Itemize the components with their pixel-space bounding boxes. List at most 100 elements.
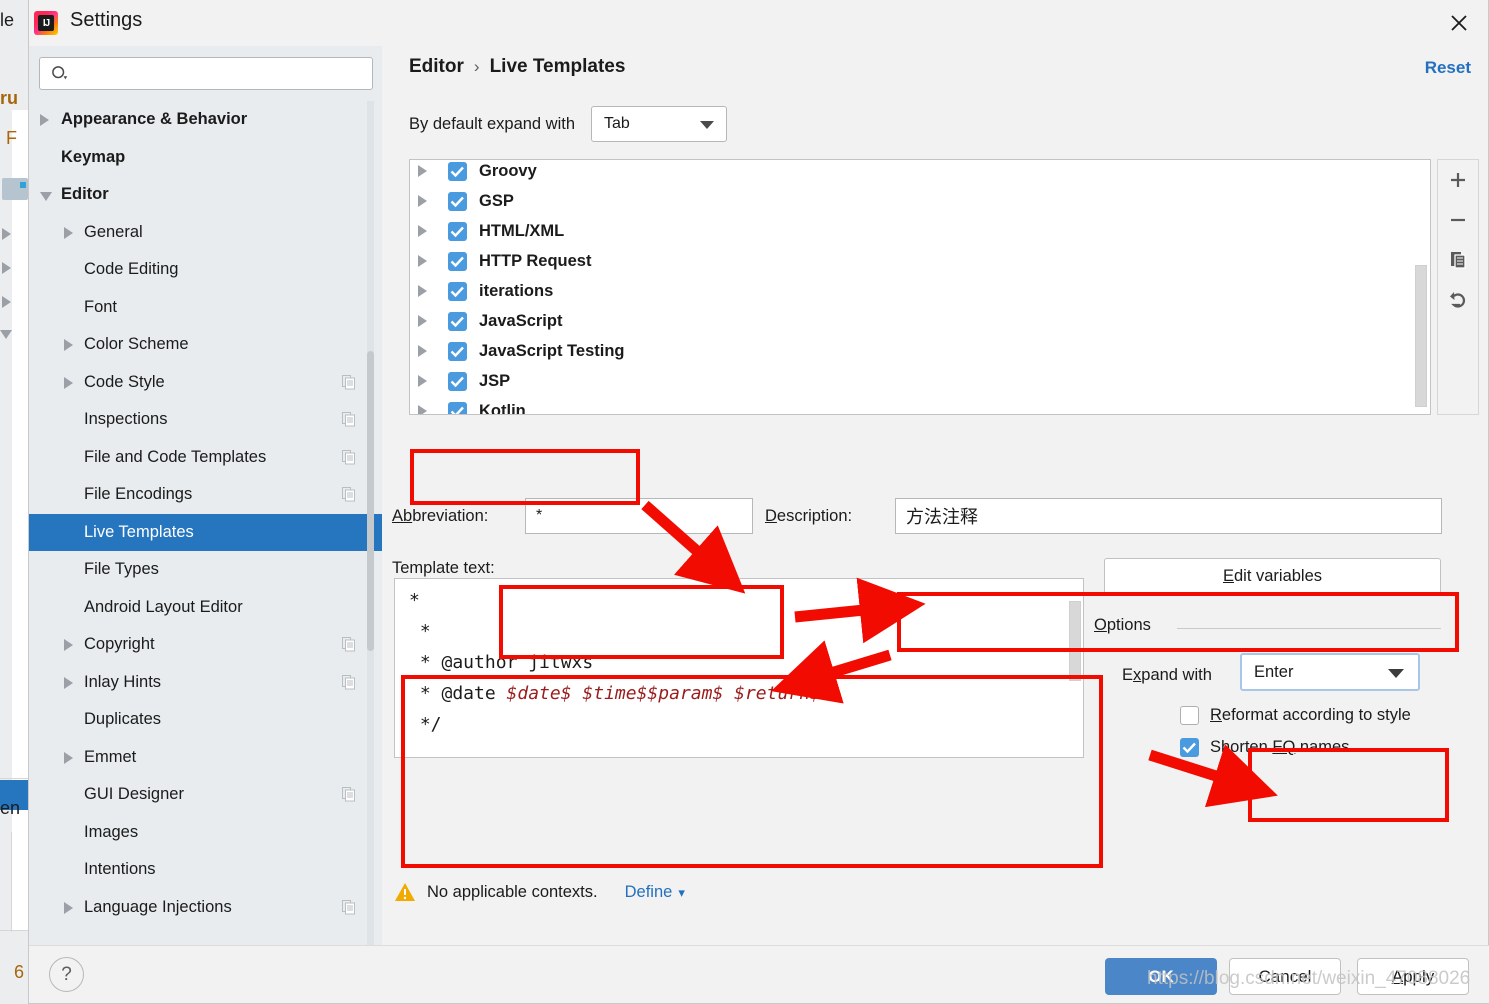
template-text-line: * @date $date$ $time$$param$ $return$ (395, 678, 1083, 709)
sidebar-item-copyright[interactable]: Copyright (29, 626, 382, 664)
template-checkbox[interactable] (448, 191, 467, 211)
template-row[interactable]: Kotlin (410, 396, 1416, 414)
template-checkbox[interactable] (448, 341, 467, 361)
template-checkbox[interactable] (448, 251, 467, 271)
template-list-scrollbar-thumb[interactable] (1415, 265, 1427, 407)
sidebar-item-file-encodings[interactable]: File Encodings (29, 476, 382, 514)
reformat-checkbox[interactable] (1180, 706, 1199, 725)
sidebar-item-font[interactable]: Font (29, 289, 382, 327)
chevron-right-icon[interactable] (418, 345, 427, 357)
cancel-button[interactable]: Cancel (1229, 958, 1341, 995)
chevron-right-icon[interactable] (64, 376, 73, 389)
sidebar-item-file-types[interactable]: File Types (29, 551, 382, 589)
template-text-literal: */ (409, 714, 442, 735)
default-expand-value: Tab (604, 115, 630, 132)
sidebar-item-file-and-code-templates[interactable]: File and Code Templates (29, 439, 382, 477)
sidebar-item-language-injections[interactable]: Language Injections (29, 889, 382, 927)
remove-template-button[interactable] (1438, 200, 1478, 240)
template-row[interactable]: HTML/XML (410, 216, 1416, 246)
template-text-editor[interactable]: * * * @author jitwxs * @date $date$ $tim… (394, 578, 1084, 758)
search-box[interactable] (39, 57, 373, 90)
sidebar-item-general[interactable]: General (29, 214, 382, 252)
template-row[interactable]: HTTP Request (410, 246, 1416, 276)
shorten-fq-checkbox[interactable] (1180, 738, 1199, 757)
template-checkbox[interactable] (448, 161, 467, 181)
expand-with-value: Enter (1254, 662, 1294, 681)
close-icon[interactable] (1440, 4, 1478, 42)
chevron-right-icon[interactable] (418, 255, 427, 267)
chevron-right-icon[interactable] (418, 225, 427, 237)
template-text-scrollbar-thumb[interactable] (1069, 601, 1081, 681)
define-context-link[interactable]: Define ▾ (625, 883, 685, 902)
abbreviation-input[interactable] (525, 498, 753, 534)
define-context-label: Define (624, 882, 673, 901)
sidebar-item-inlay-hints[interactable]: Inlay Hints (29, 664, 382, 702)
sidebar-item-editor[interactable]: Editor (29, 176, 382, 214)
sidebar-item-code-editing[interactable]: Code Editing (29, 251, 382, 289)
description-label: Description: (765, 507, 853, 525)
ok-button[interactable]: OK (1105, 958, 1217, 995)
chevron-right-icon[interactable] (64, 901, 73, 914)
template-checkbox[interactable] (448, 401, 467, 414)
shorten-fq-checkbox-row[interactable]: Shorten FQ names (1180, 738, 1349, 757)
chevron-right-icon[interactable] (64, 751, 73, 764)
template-checkbox[interactable] (448, 221, 467, 241)
sidebar-item-gui-designer[interactable]: GUI Designer (29, 776, 382, 814)
reformat-checkbox-row[interactable]: Reformat according to style (1180, 706, 1411, 725)
sidebar-item-inspections[interactable]: Inspections (29, 401, 382, 439)
template-row[interactable]: JavaScript Testing (410, 336, 1416, 366)
template-row[interactable]: GSP (410, 186, 1416, 216)
template-checkbox[interactable] (448, 371, 467, 391)
chevron-right-icon[interactable] (418, 315, 427, 327)
chevron-right-icon[interactable] (64, 226, 73, 239)
add-template-button[interactable] (1438, 160, 1478, 200)
chevron-right-icon[interactable] (418, 405, 427, 414)
template-list-toolbar (1437, 159, 1479, 415)
template-checkbox[interactable] (448, 311, 467, 331)
sidebar-item-appearance-behavior[interactable]: Appearance & Behavior (29, 101, 382, 139)
apply-button[interactable]: Apply (1357, 958, 1469, 995)
project-scope-badge-icon (342, 449, 356, 465)
template-row[interactable]: Groovy (410, 160, 1416, 186)
project-scope-badge-icon (342, 787, 356, 802)
chevron-right-icon[interactable] (418, 165, 427, 177)
search-input[interactable] (76, 58, 366, 89)
chevron-right-icon[interactable] (418, 375, 427, 387)
sidebar-item-color-scheme[interactable]: Color Scheme (29, 326, 382, 364)
edit-variables-button[interactable]: Edit variables (1104, 558, 1441, 594)
sidebar-item-duplicates[interactable]: Duplicates (29, 701, 382, 739)
expand-with-select[interactable]: Enter (1240, 653, 1420, 691)
live-template-group-list[interactable]: Groovy GSP HTML/XML HTTP Request iterations J… (409, 159, 1431, 415)
description-input[interactable] (895, 498, 1442, 534)
template-text-variable: $date$ $time$$param$ $return$ (506, 683, 821, 704)
sidebar-item-android-layout-editor[interactable]: Android Layout Editor (29, 589, 382, 627)
breadcrumb-root[interactable]: Editor (409, 56, 464, 78)
template-row[interactable]: JavaScript (410, 306, 1416, 336)
help-icon[interactable]: ? (49, 957, 84, 992)
chevron-right-icon[interactable] (418, 285, 427, 297)
sidebar-item-live-templates[interactable]: Live Templates (29, 513, 382, 551)
template-text-literal: * (409, 621, 431, 642)
duplicate-template-button[interactable] (1438, 240, 1478, 280)
chevron-right-icon[interactable] (64, 676, 73, 689)
sidebar-item-images[interactable]: Images (29, 814, 382, 852)
template-list-scrollbar-track[interactable] (1415, 161, 1429, 414)
sidebar-item-code-style[interactable]: Code Style (29, 364, 382, 402)
sidebar-item-emmet[interactable]: Emmet (29, 739, 382, 777)
template-checkbox[interactable] (448, 281, 467, 301)
chevron-down-icon[interactable] (40, 192, 52, 201)
restore-defaults-button[interactable] (1438, 280, 1478, 320)
default-expand-select[interactable]: Tab (591, 106, 728, 142)
template-row[interactable]: JSP (410, 366, 1416, 396)
reset-link[interactable]: Reset (1425, 58, 1471, 78)
sidebar-scrollbar-thumb[interactable] (367, 351, 374, 651)
sidebar-item-keymap[interactable]: Keymap (29, 139, 382, 177)
sidebar-item-intentions[interactable]: Intentions (29, 851, 382, 889)
chevron-right-icon[interactable] (64, 639, 73, 651)
chevron-right-icon[interactable] (40, 114, 49, 126)
chevron-right-icon[interactable] (418, 195, 427, 207)
chevron-right-icon[interactable] (64, 339, 73, 351)
edit-variables-label: dit variables (1233, 566, 1323, 585)
template-row[interactable]: iterations (410, 276, 1416, 306)
sidebar-scrollbar-track[interactable] (367, 101, 374, 946)
